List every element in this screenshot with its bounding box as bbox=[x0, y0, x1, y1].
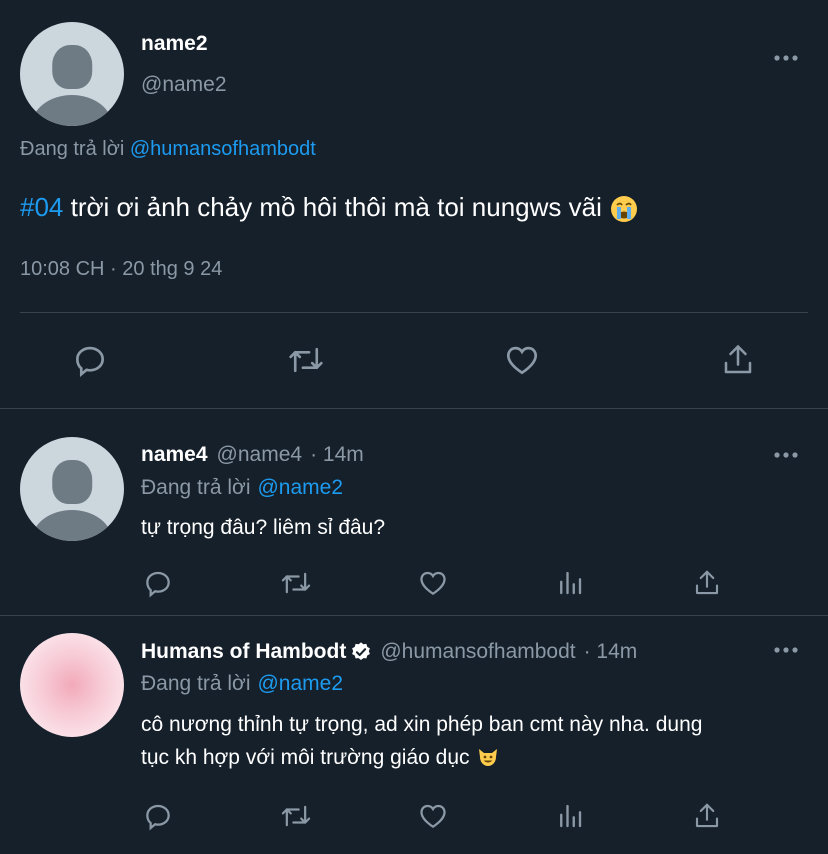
author-name[interactable]: name2 bbox=[141, 32, 208, 56]
replying-to: Đang trả lời @name2 bbox=[141, 672, 343, 696]
grinning-cat-face-icon bbox=[476, 746, 500, 770]
replying-to-label: Đang trả lời bbox=[20, 138, 125, 160]
loudly-crying-face-icon bbox=[609, 194, 639, 224]
reply-icon[interactable] bbox=[138, 563, 178, 603]
verified-badge-icon bbox=[350, 641, 372, 663]
like-icon[interactable] bbox=[413, 796, 453, 836]
tweet-body: trời ơi ảnh chảy mồ hôi thôi mà toi nung… bbox=[70, 192, 602, 222]
reply-header: Humans of Hambodt @humansofhambodt · 14m bbox=[141, 640, 637, 664]
replying-to: Đang trả lời @name2 bbox=[141, 476, 343, 500]
replying-to-label: Đang trả lời bbox=[141, 476, 251, 499]
more-options-icon[interactable] bbox=[772, 50, 800, 66]
tweet-text: tự trọng đâu? liêm sỉ đâu? bbox=[141, 516, 386, 539]
hashtag-link[interactable]: #04 bbox=[20, 192, 63, 222]
author-name[interactable]: Humans of Hambodt bbox=[141, 640, 346, 664]
retweet-icon[interactable] bbox=[276, 563, 316, 603]
replying-to-label: Đang trả lời bbox=[141, 672, 251, 695]
replying-to-link[interactable]: @name2 bbox=[257, 672, 343, 696]
avatar[interactable] bbox=[20, 437, 124, 541]
reply-time[interactable]: · 14m bbox=[584, 640, 638, 664]
avatar[interactable] bbox=[20, 22, 124, 126]
tweet-text-segment: tục kh hợp với môi trường giáo dục bbox=[141, 746, 470, 769]
replying-to: Đang trả lời @humansofhambodt bbox=[20, 138, 316, 161]
tweet-text-line-2: tục kh hợp với môi trường giáo dục bbox=[141, 741, 801, 774]
reply-header: name4 @name4 · 14m bbox=[141, 443, 364, 467]
main-tweet: name2 @name2 Đang trả lời @humansofhambo… bbox=[0, 0, 828, 409]
author-handle[interactable]: @name2 bbox=[141, 73, 227, 97]
reply-icon[interactable] bbox=[70, 340, 110, 380]
author-handle[interactable]: @name4 bbox=[217, 443, 303, 467]
tweet-text: #04 trời ơi ảnh chảy mồ hôi thôi mà toi … bbox=[20, 190, 639, 224]
author-name[interactable]: name4 bbox=[141, 443, 208, 467]
replying-to-link[interactable]: @humansofhambodt bbox=[130, 138, 316, 160]
tweet-text-line: cô nương thỉnh tự trọng, ad xin phép ban… bbox=[141, 713, 703, 736]
share-icon[interactable] bbox=[687, 563, 727, 603]
divider bbox=[20, 312, 808, 313]
retweet-icon[interactable] bbox=[276, 796, 316, 836]
retweet-icon[interactable] bbox=[286, 340, 326, 380]
reply-time[interactable]: · 14m bbox=[310, 443, 364, 467]
reply-icon[interactable] bbox=[138, 796, 178, 836]
replying-to-link[interactable]: @name2 bbox=[257, 476, 343, 500]
author-handle[interactable]: @humansofhambodt bbox=[380, 640, 575, 664]
reply-tweet[interactable]: name4 @name4 · 14m Đang trả lời @name2 t… bbox=[0, 409, 828, 616]
tweet-timestamp[interactable]: 10:08 CH · 20 thg 9 24 bbox=[20, 258, 222, 281]
share-icon[interactable] bbox=[687, 796, 727, 836]
analytics-icon[interactable] bbox=[550, 796, 590, 836]
more-options-icon[interactable] bbox=[772, 642, 800, 658]
reply-tweet[interactable]: Humans of Hambodt @humansofhambodt · 14m… bbox=[0, 616, 828, 854]
avatar[interactable] bbox=[20, 633, 124, 737]
more-options-icon[interactable] bbox=[772, 447, 800, 463]
like-icon[interactable] bbox=[502, 340, 542, 380]
tweet-text: cô nương thỉnh tự trọng, ad xin phép ban… bbox=[141, 708, 801, 774]
share-icon[interactable] bbox=[718, 340, 758, 380]
analytics-icon[interactable] bbox=[550, 563, 590, 603]
like-icon[interactable] bbox=[413, 563, 453, 603]
